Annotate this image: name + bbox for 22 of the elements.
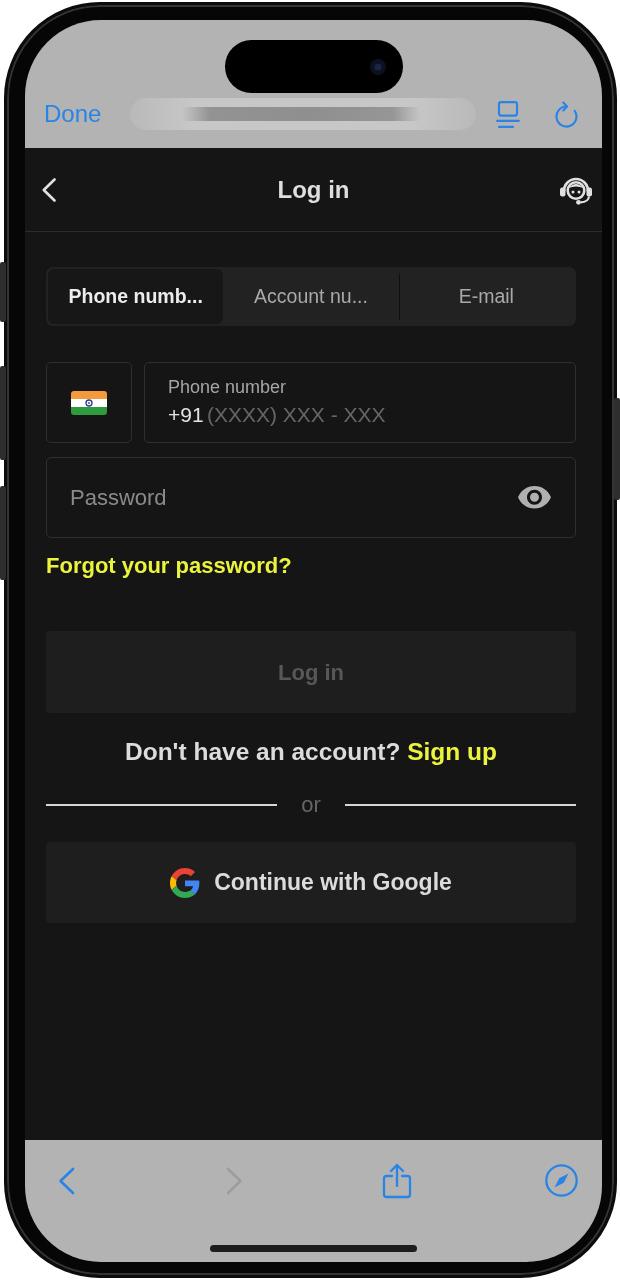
reload-icon[interactable] [555, 100, 578, 128]
share-icon[interactable] [382, 1162, 412, 1199]
google-logo-icon [170, 867, 201, 898]
google-sign-in-button[interactable]: Continue with Google [46, 842, 576, 923]
login-tab[interactable]: Account nu... [223, 269, 399, 324]
camera-lens-icon [369, 58, 386, 75]
signup-prompt: Don't have an account? Sign up [124, 737, 498, 767]
country-picker[interactable] [46, 362, 132, 443]
flag-icon [71, 390, 107, 415]
frame-side-bump [0, 262, 6, 322]
sign-up-link[interactable]: Sign up [407, 738, 497, 765]
page-title: Log in [277, 174, 350, 205]
divider-label: or [301, 793, 321, 817]
field-label: Phone number [168, 376, 287, 398]
password-field[interactable]: Password [46, 457, 576, 538]
eye-icon[interactable] [518, 486, 551, 509]
country-code-prefix: +91 [168, 402, 204, 428]
address-field[interactable] [130, 98, 476, 130]
login-tab[interactable]: Phone numb... [48, 269, 224, 324]
reader-icon[interactable] [496, 100, 520, 128]
forgot-password-link[interactable]: Forgot your password? [46, 553, 292, 578]
compass-icon[interactable] [545, 1164, 578, 1197]
